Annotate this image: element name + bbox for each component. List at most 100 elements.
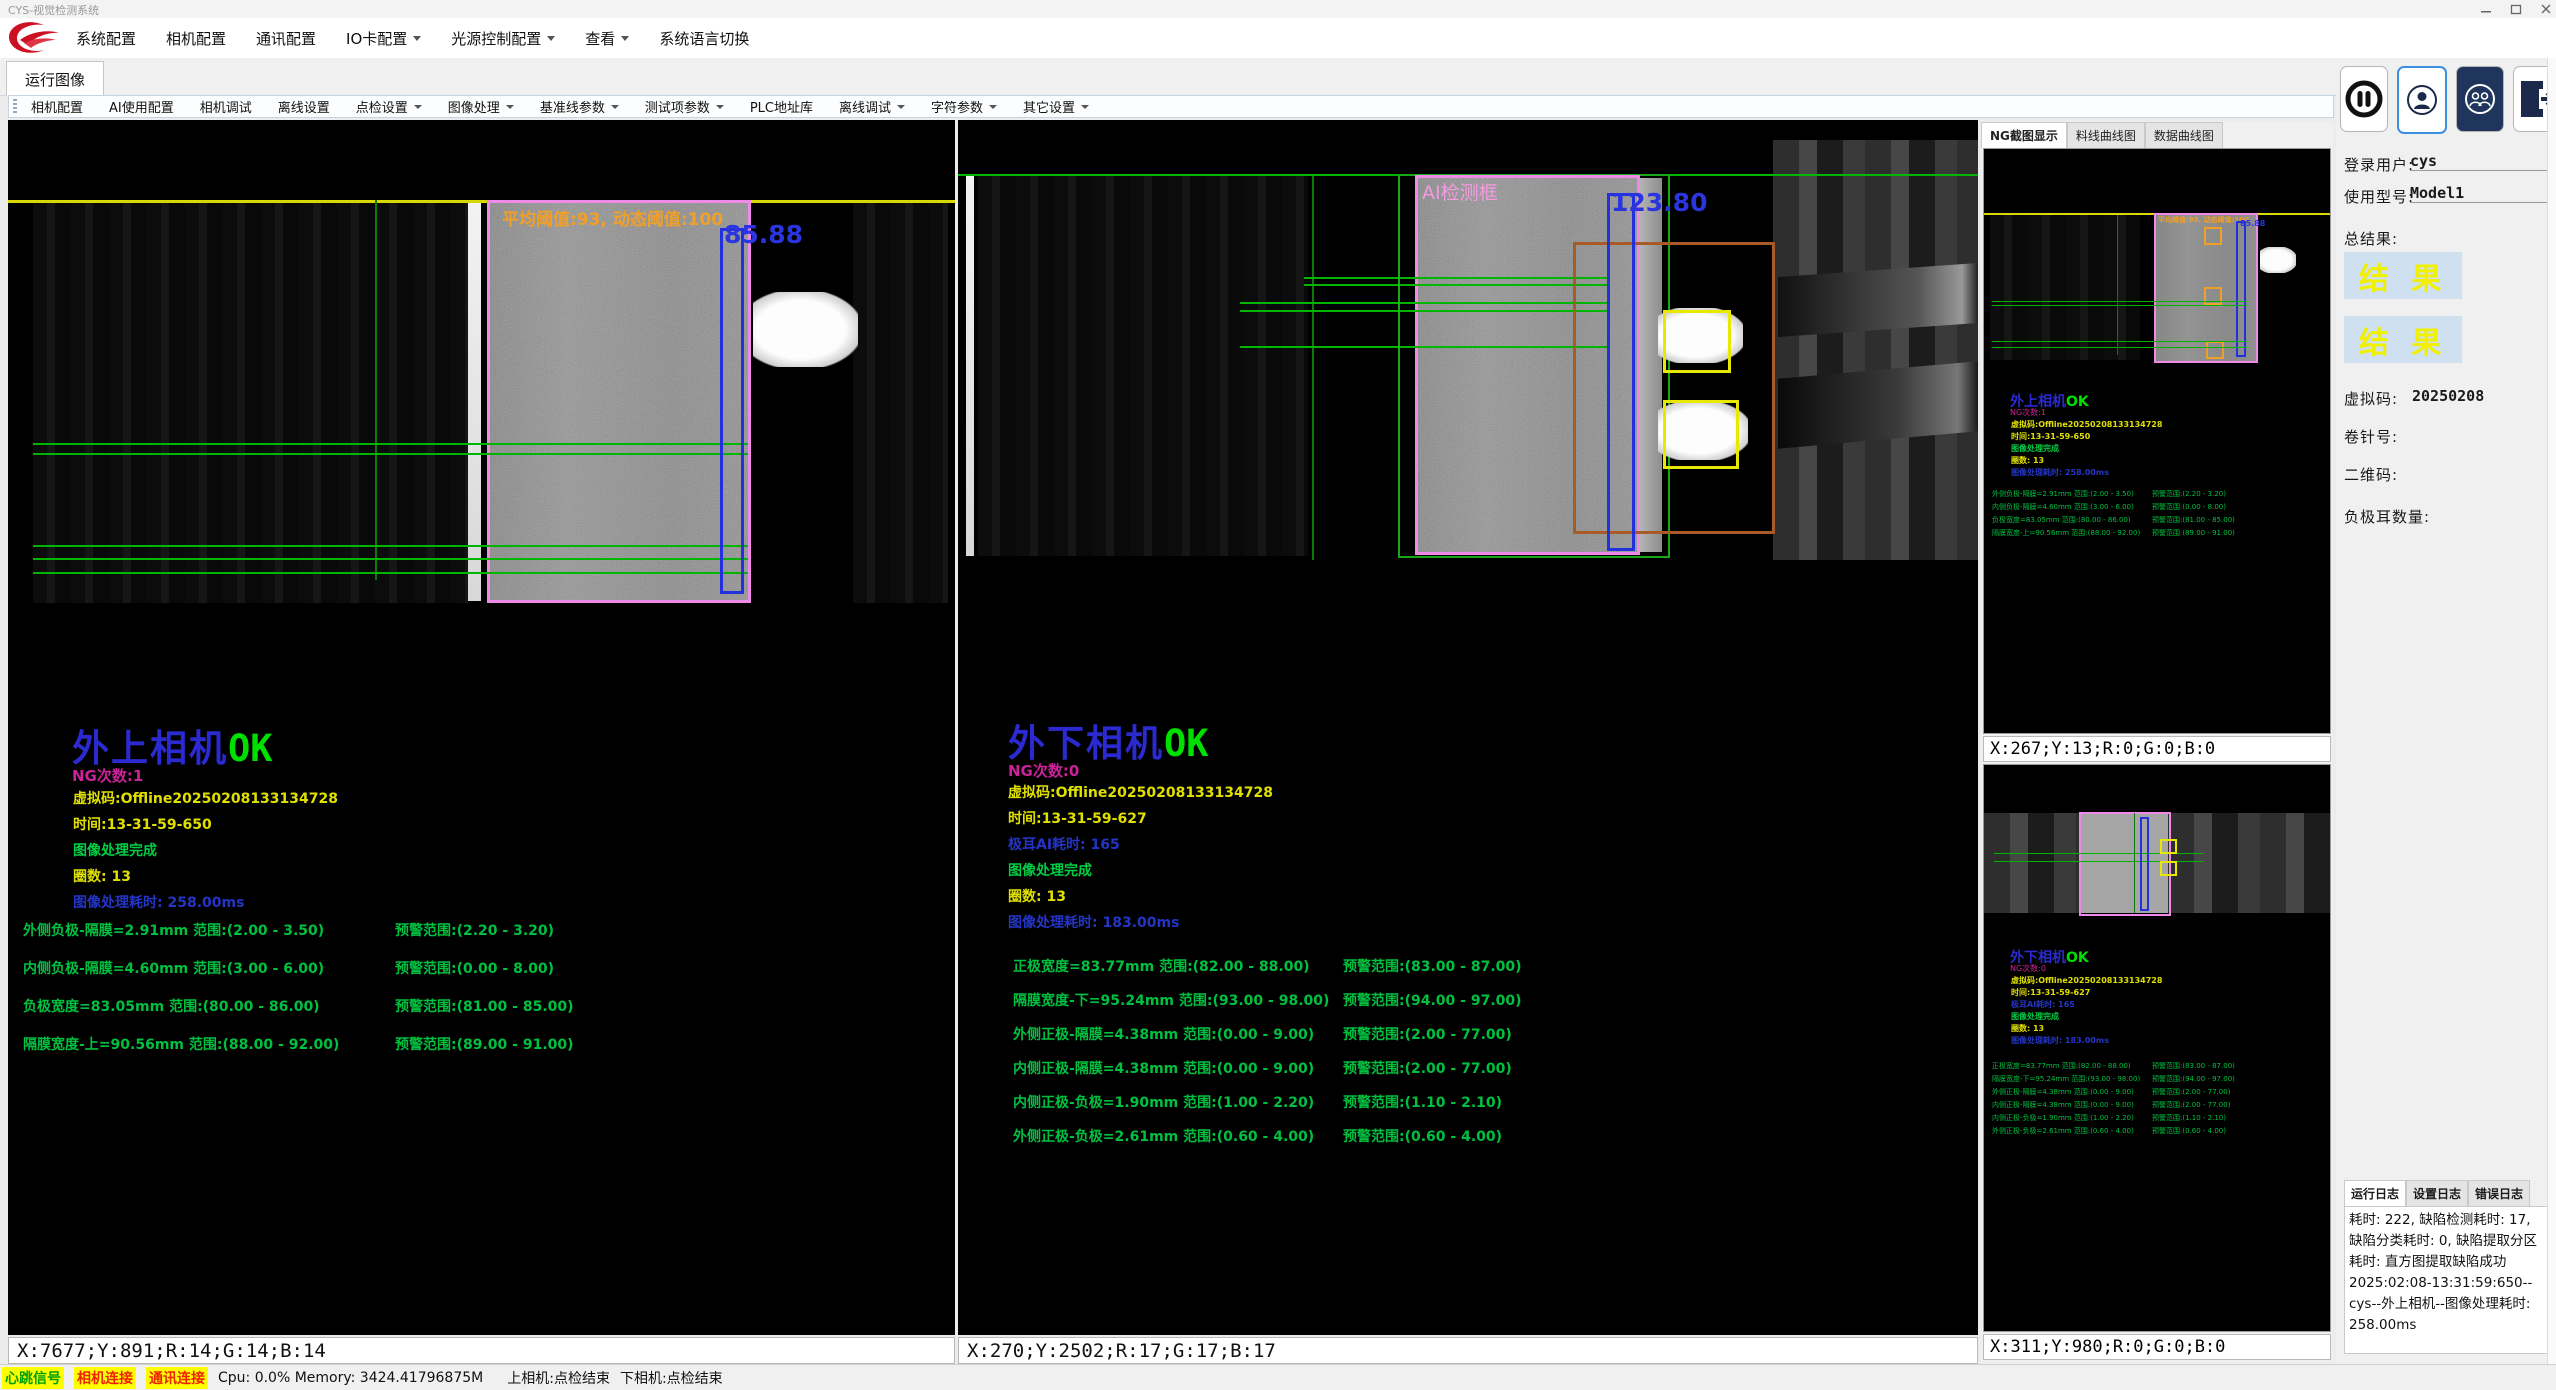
mini-ng-text: NG次数:1 <box>2010 407 2046 418</box>
mini-film-box <box>2079 812 2171 916</box>
maximize-button[interactable] <box>2510 3 2522 15</box>
menu-language-switch[interactable]: 系统语言切换 <box>659 28 749 49</box>
overlay-green-line <box>33 558 748 560</box>
tool-offline-settings[interactable]: 离线设置 <box>278 97 330 116</box>
mini-tab-box <box>2160 861 2177 876</box>
dropdown-arrow-icon <box>621 36 629 41</box>
tab-run-image[interactable]: 运行图像 <box>6 61 104 96</box>
mini-measure-box <box>2140 817 2149 911</box>
menu-light-control-config[interactable]: 光源控制配置 <box>451 28 555 49</box>
mini-defect-box <box>2204 287 2222 305</box>
title-bar: CYS-视觉检测系统 <box>0 0 2556 18</box>
overlay-green-vline <box>375 200 377 580</box>
menu-io-card-config[interactable]: IO卡配置 <box>346 28 421 49</box>
film-edge-highlight <box>468 203 481 601</box>
tab-error-log[interactable]: 错误日志 <box>2468 1180 2530 1206</box>
lower-camera-view[interactable]: AI检测框 123.80 外下相机OK NG次数:0 虚拟码:Offline20… <box>958 120 1978 1335</box>
tool-other-settings[interactable]: 其它设置 <box>1023 97 1089 116</box>
width-value-text: 85.88 <box>724 220 803 249</box>
login-user-value[interactable]: cys <box>2410 152 2550 171</box>
tab-data-curve[interactable]: 数据曲线图 <box>2145 122 2223 148</box>
overlay-green-line <box>33 443 748 445</box>
tab-ng-screenshot[interactable]: NG截图显示 <box>1981 122 2067 148</box>
upper-camera-view[interactable]: 平均阈值:93, 动态阈值:100 85.88 外上相机OK NG次数:1 虚拟… <box>8 120 955 1335</box>
heartbeat-indicator: 心跳信号 <box>2 1367 64 1389</box>
menu-camera-config[interactable]: 相机配置 <box>166 28 226 49</box>
tool-camera-config[interactable]: 相机配置 <box>31 97 83 116</box>
mini-measurement-list: 正极宽度=83.77mm 范围:(82.00 - 88.00)预警范围:(83.… <box>1992 1061 2235 1139</box>
menu-system-config[interactable]: 系统配置 <box>76 28 136 49</box>
tool-char-params[interactable]: 字符参数 <box>931 97 997 116</box>
ng-count-text: NG次数:1 <box>72 765 143 786</box>
tool-offline-debug[interactable]: 离线调试 <box>839 97 905 116</box>
close-button[interactable] <box>2540 3 2552 15</box>
tab-detect-box <box>1663 310 1731 373</box>
upper-camera-status: 上相机:点检结束 <box>507 1368 610 1388</box>
minimize-button[interactable] <box>2480 3 2492 15</box>
mini-measurement-list: 外侧负极-隔膜=2.91mm 范围:(2.00 - 3.50)预警范围:(2.2… <box>1992 489 2235 541</box>
ng-preview-lower-coords: X:311;Y:980;R:0;G:0;B:0 <box>1983 1334 2331 1360</box>
log-text: 耗时: 222, 缺陷检测耗时: 17, 缺陷分类耗时: 0, 缺陷提取分区耗时… <box>2344 1206 2550 1354</box>
ng-preview-panel: NG截图显示 料线曲线图 数据曲线图 平均阈值:93, 动态阈值:100 85.… <box>1981 122 2333 1362</box>
total-result-label: 总结果: <box>2344 228 2398 249</box>
dropdown-arrow-icon <box>413 36 421 41</box>
overlay-green-line <box>33 572 748 574</box>
dropdown-arrow-icon <box>989 105 997 109</box>
cpu-memory-text: Cpu: 0.0% Memory: 3424.41796875M <box>218 1370 483 1386</box>
dropdown-arrow-icon <box>897 105 905 109</box>
mini-ng-text: NG次数:0 <box>2010 963 2046 974</box>
menu-comm-config[interactable]: 通讯配置 <box>256 28 316 49</box>
users-button[interactable] <box>2456 66 2504 132</box>
tool-spot-check[interactable]: 点检设置 <box>356 97 422 116</box>
tool-baseline-params[interactable]: 基准线参数 <box>540 97 619 116</box>
ng-preview-lower[interactable]: 外下相机OK NG次数:0 虚拟码:Offline202502081331347… <box>1983 764 2331 1332</box>
menu-view[interactable]: 查看 <box>585 28 629 49</box>
roi-brown-box <box>1573 242 1775 534</box>
dropdown-arrow-icon <box>414 105 422 109</box>
pause-button[interactable] <box>2340 66 2388 132</box>
mini-green-line <box>1992 301 2247 302</box>
camera-connect-indicator: 相机连接 <box>74 1367 136 1389</box>
image-dark-band <box>853 203 948 603</box>
ng-preview-upper-coords: X:267;Y:13;R:0;G:0;B:0 <box>1983 736 2331 762</box>
measurement-list: 外侧负极-隔膜=2.91mm 范围:(2.00 - 3.50)预警范围:(2.2… <box>23 920 574 1072</box>
film-detect-box <box>487 200 751 603</box>
width-measure-box <box>1607 193 1635 551</box>
control-side-panel: 登录用户: cys 使用型号: Model1 总结果: 结 果 结 果 虚拟码:… <box>2336 58 2556 1364</box>
comm-connect-indicator: 通讯连接 <box>146 1367 208 1389</box>
mini-measure-box <box>2236 221 2246 357</box>
toolbar-drag-handle[interactable] <box>13 99 17 115</box>
camera-title: 外下相机OK <box>1008 713 1209 767</box>
tool-ai-use-config[interactable]: AI使用配置 <box>109 97 174 116</box>
tab-run-log[interactable]: 运行日志 <box>2344 1180 2406 1206</box>
mini-info-block: 虚拟码:Offline20250208133134728 时间:13-31-59… <box>2011 975 2162 1047</box>
tab-material-curve[interactable]: 料线曲线图 <box>2067 122 2145 148</box>
overlay-green-line <box>1240 310 1610 312</box>
tool-image-processing[interactable]: 图像处理 <box>448 97 514 116</box>
ng-preview-upper[interactable]: 平均阈值:93, 动态阈值:100 85.88 外上相机OK NG次数:1 虚拟… <box>1983 148 2331 734</box>
ng-count-text: NG次数:0 <box>1008 760 1079 781</box>
width-measure-box <box>720 228 744 594</box>
overlay-green-line <box>33 453 748 455</box>
mini-defect-box <box>2206 341 2224 359</box>
model-value[interactable]: Model1 <box>2410 184 2550 203</box>
window-right-edge <box>2547 58 2556 1364</box>
lower-camera-status: 下相机:点检结束 <box>620 1368 723 1388</box>
tool-camera-debug[interactable]: 相机调试 <box>200 97 252 116</box>
user-button[interactable] <box>2397 66 2447 134</box>
overlay-green-vline <box>1312 176 1314 560</box>
overlay-green-line <box>1240 302 1610 304</box>
tab-settings-log[interactable]: 设置日志 <box>2406 1180 2468 1206</box>
upper-camera-coords: X:7677;Y:891;R:14;G:14;B:14 <box>8 1337 955 1364</box>
overlay-yellow-line <box>8 200 955 203</box>
dropdown-arrow-icon <box>611 105 619 109</box>
tool-test-item-params[interactable]: 测试项参数 <box>645 97 724 116</box>
tool-plc-address-lib[interactable]: PLC地址库 <box>750 97 813 116</box>
app-logo-icon <box>4 19 62 57</box>
result-box-upper: 结 果 <box>2344 252 2462 299</box>
threshold-overlay-text: 平均阈值:93, 动态阈值:100 <box>502 205 723 230</box>
config-toolbar: 相机配置 AI使用配置 相机调试 离线设置 点检设置 图像处理 基准线参数 测试… <box>8 95 2334 118</box>
width-value-text: 123.80 <box>1611 188 1707 217</box>
dropdown-arrow-icon <box>506 105 514 109</box>
result-box-lower: 结 果 <box>2344 316 2462 363</box>
